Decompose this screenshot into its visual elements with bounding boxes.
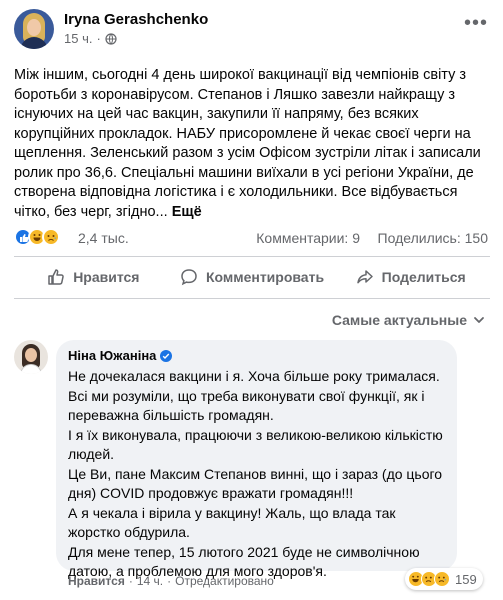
like-button[interactable]: Нравится xyxy=(14,259,173,295)
sort-label: Самые актуальные xyxy=(331,312,467,328)
commenter-name[interactable]: Ніна Южаніна xyxy=(68,348,156,364)
verified-icon xyxy=(160,350,173,362)
commenter-row: Ніна Южаніна xyxy=(68,348,445,364)
shares-count[interactable]: Поделились: 150 xyxy=(378,230,488,246)
comment-like-button[interactable]: Нравится xyxy=(68,574,125,588)
comment-icon xyxy=(181,269,197,286)
comment-sort-dropdown[interactable]: Самые актуальные xyxy=(332,312,485,328)
reactions-summary: 2,4 тыс. Комментарии: 9 Поделились: 150 xyxy=(14,228,490,248)
comment-paragraph: Це Ви, пане Максим Степанов винні, що і … xyxy=(68,465,443,502)
comments-count[interactable]: Комментарии: 9 xyxy=(256,230,360,246)
share-button[interactable]: Поделиться xyxy=(331,259,490,295)
comment-paragraph: Не дочекалася вакцини і я. Хоча більше р… xyxy=(68,368,440,423)
post-body: Між іншим, сьогодні 4 день широкої вакци… xyxy=(14,67,481,220)
comment-edited-label[interactable]: Отредактировано xyxy=(175,574,274,588)
more-icon[interactable]: ••• xyxy=(464,13,488,33)
divider xyxy=(14,298,490,299)
chevron-down-icon xyxy=(474,317,484,323)
commenter-avatar[interactable] xyxy=(14,340,48,374)
comment-bubble: Ніна Южаніна Не дочекалася вакцини і я. … xyxy=(56,340,457,579)
like-button-label: Нравится xyxy=(73,269,140,285)
reactions-count[interactable]: 2,4 тыс. xyxy=(78,230,129,246)
globe-icon xyxy=(105,32,117,45)
sad-reaction-icon xyxy=(434,571,450,587)
post-header: Iryna Gerashchenko 15 ч. · ••• xyxy=(14,9,494,51)
comment-text: Не дочекалася вакцини і я. Хоча більше р… xyxy=(68,367,445,582)
comment-paragraph: А я чекала і вірила у вакцину! Жаль, що … xyxy=(68,504,396,541)
comment-paragraph: І я їх виконувала, працюючи з великою-ве… xyxy=(68,426,443,463)
comment-actions: Нравится · 14 ч. · Отредактировано xyxy=(68,574,274,588)
post-text: Між іншим, сьогодні 4 день широкої вакци… xyxy=(14,66,492,222)
divider xyxy=(14,256,490,257)
share-button-label: Поделиться xyxy=(381,269,466,285)
comment-actions-separator: · xyxy=(128,574,133,588)
post-meta: 15 ч. · xyxy=(64,31,117,46)
meta-separator: · xyxy=(96,31,101,46)
comment-reactions[interactable]: 159 xyxy=(405,568,483,590)
see-more-link[interactable]: Ещё xyxy=(172,204,202,220)
post-author-name[interactable]: Iryna Gerashchenko xyxy=(64,11,208,28)
share-icon xyxy=(356,270,373,284)
post-time[interactable]: 15 ч. xyxy=(64,31,92,46)
post-actions: Нравится Комментировать Поделиться xyxy=(14,259,490,295)
comment-time[interactable]: 14 ч. xyxy=(137,574,163,588)
sad-reaction-icon xyxy=(42,228,60,246)
comment-button-label: Комментировать xyxy=(205,269,325,285)
comment-actions-separator: · xyxy=(167,574,172,588)
author-avatar[interactable] xyxy=(14,9,54,49)
comment-button[interactable]: Комментировать xyxy=(173,259,332,295)
comment-reactions-count: 159 xyxy=(455,571,477,587)
thumbs-up-icon xyxy=(48,269,64,285)
reaction-icons[interactable] xyxy=(14,228,60,246)
